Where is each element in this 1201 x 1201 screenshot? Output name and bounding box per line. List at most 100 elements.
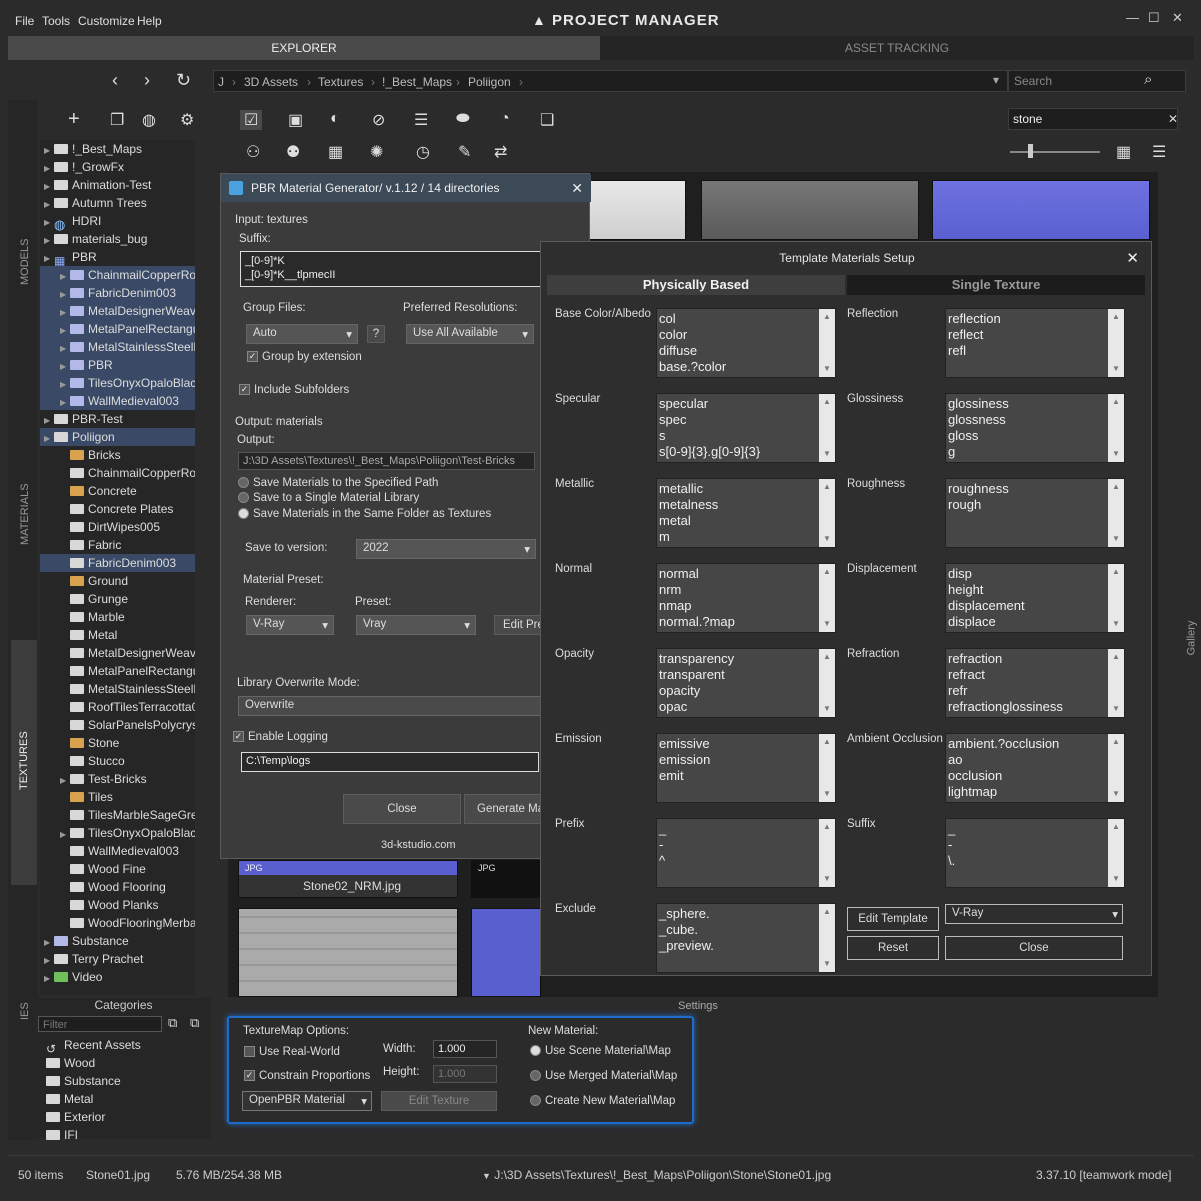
scrollbar[interactable] — [819, 394, 835, 462]
tab-ies[interactable]: IES — [19, 1002, 31, 1020]
tree-item[interactable]: ▶!_GrowFx — [40, 158, 195, 176]
badge-icon[interactable]: ▣ — [288, 110, 303, 130]
footer-link[interactable]: 3d-kstudio.com — [381, 839, 456, 851]
collapse-icon[interactable]: ⧉ — [168, 1015, 177, 1031]
breadcrumb[interactable]: J › 3D Assets › Textures › !_Best_Maps ›… — [213, 70, 1008, 92]
tree-item[interactable]: MetalPanelRectangu — [40, 662, 195, 680]
refresh-icon[interactable]: ↻ — [176, 70, 191, 91]
tree-item[interactable]: MetalDesignerWeave — [40, 644, 195, 662]
tms-field-list[interactable]: _sphere._cube._preview. — [656, 903, 836, 973]
scrollbar[interactable] — [1108, 394, 1124, 462]
thumbnail[interactable] — [238, 908, 458, 997]
tree-item[interactable]: ▶WallMedieval003 — [40, 392, 195, 410]
breadcrumb-item[interactable]: Poliigon — [468, 75, 511, 89]
tree-item[interactable]: ▶◍HDRI — [40, 212, 195, 230]
breadcrumb-item[interactable]: 3D Assets — [244, 75, 298, 89]
tree-item[interactable]: MetalStainlessSteelB — [40, 680, 195, 698]
breadcrumb-dropdown-icon[interactable]: ▾ — [993, 73, 999, 87]
tms-field-list[interactable]: refractionrefractrefrrefractionglossines… — [945, 648, 1125, 718]
tree-item[interactable]: ▶TilesOnyxOpaloBlack — [40, 824, 195, 842]
window-icon[interactable]: ❏ — [540, 110, 554, 130]
close-icon[interactable]: ✕ — [1126, 249, 1139, 267]
tree-item[interactable]: ▶MetalPanelRectangu — [40, 320, 195, 338]
tree-item[interactable]: Wood Fine — [40, 860, 195, 878]
tms-field-list[interactable]: reflectionreflectrefl — [945, 308, 1125, 378]
tree-item[interactable]: ▶▦PBR — [40, 248, 195, 266]
tms-field-list[interactable]: emissiveemissionemit — [656, 733, 836, 803]
tree-item[interactable]: ▶MetalStainlessSteelB — [40, 338, 195, 356]
tree-item[interactable]: ▶Substance — [40, 932, 195, 950]
breadcrumb-item[interactable]: Textures — [318, 75, 363, 89]
template-renderer-select[interactable]: V-Ray▾ — [945, 904, 1123, 924]
search-icon[interactable]: ⌕ — [1144, 71, 1152, 88]
tms-field-list[interactable]: _-\. — [945, 818, 1125, 888]
zoom-slider[interactable] — [1010, 151, 1100, 153]
gallery-side-tab[interactable]: Gallery — [1185, 621, 1197, 656]
tree-item[interactable]: WoodFlooringMerbau — [40, 914, 195, 932]
tree-item[interactable]: Ground — [40, 572, 195, 590]
tree-item[interactable]: Wood Flooring — [40, 878, 195, 896]
help-button[interactable]: ? — [367, 325, 385, 343]
clear-filter-icon[interactable]: ✕ — [1168, 112, 1178, 126]
gauge-icon[interactable]: ◷ — [416, 142, 430, 162]
multi-material-icon[interactable]: ⚉ — [286, 142, 300, 162]
tree-item[interactable]: ▶Video — [40, 968, 195, 986]
tms-field-list[interactable]: _-^ — [656, 818, 836, 888]
hide-icon[interactable]: ⊘ — [372, 110, 385, 130]
group-files-select[interactable]: Auto▾ — [246, 324, 358, 344]
tree-item[interactable]: RoofTilesTerracotta0 — [40, 698, 195, 716]
category-item[interactable]: Wood — [46, 1054, 206, 1072]
category-filter-input[interactable]: Filter — [38, 1016, 162, 1032]
search-input[interactable]: Search — [1008, 70, 1186, 92]
tree-item[interactable]: FabricDenim003 — [40, 554, 195, 572]
save-opt2-radio[interactable]: Save to a Single Material Library — [238, 492, 419, 504]
menu-help[interactable]: Help — [137, 14, 162, 28]
breadcrumb-item[interactable]: J — [218, 75, 224, 89]
scrollbar[interactable] — [1108, 564, 1124, 632]
tms-field-list[interactable]: ambient.?occlusionaoocclusionlightmap — [945, 733, 1125, 803]
menu-tools[interactable]: Tools — [42, 14, 70, 28]
tms-field-list[interactable]: glossinessglossnessglossg — [945, 393, 1125, 463]
tab-explorer[interactable]: EXPLORER — [8, 36, 600, 60]
tree-item[interactable]: Stone — [40, 734, 195, 752]
zoom-slider-handle[interactable] — [1028, 144, 1033, 158]
category-item[interactable]: IFI — [46, 1126, 206, 1144]
sphere-icon[interactable]: ◐ — [330, 110, 340, 128]
tree-item[interactable]: Marble — [40, 608, 195, 626]
pie-icon[interactable]: ◔ — [500, 110, 510, 128]
group-ext-checkbox[interactable]: ✓Group by extension — [247, 351, 362, 363]
scrollbar[interactable] — [1108, 819, 1124, 887]
minimize-icon[interactable]: — — [1126, 10, 1139, 25]
tree-item[interactable]: ▶TilesOnyxOpaloBlack — [40, 374, 195, 392]
save-opt1-radio[interactable]: Save Materials to the Specified Path — [238, 477, 438, 489]
tms-close-button[interactable]: Close — [945, 936, 1123, 960]
tree-item[interactable]: ▶FabricDenim003 — [40, 284, 195, 302]
tree-item[interactable]: TilesMarbleSageGree — [40, 806, 195, 824]
filter-input[interactable]: stone — [1008, 108, 1178, 130]
maximize-icon[interactable]: ☐ — [1148, 10, 1160, 26]
tab-asset-tracking[interactable]: ASSET TRACKING — [600, 36, 1194, 60]
tree-item[interactable]: Fabric — [40, 536, 195, 554]
tree-item[interactable]: ▶PBR — [40, 356, 195, 374]
close-button[interactable]: Close — [343, 794, 461, 824]
tms-field-list[interactable]: transparencytransparentopacityopac — [656, 648, 836, 718]
scrollbar[interactable] — [819, 309, 835, 377]
select-icon[interactable]: ☑ — [240, 110, 262, 130]
library-mode-select[interactable]: Overwrite — [238, 696, 548, 716]
tab-materials[interactable]: MATERIALS — [19, 483, 31, 545]
thumbnail[interactable] — [701, 180, 919, 240]
tms-field-list[interactable]: specularspecss[0-9]{3}.g[0-9]{3} — [656, 393, 836, 463]
render-icon[interactable]: ✺ — [370, 142, 383, 162]
tree-item[interactable]: Bricks — [40, 446, 195, 464]
save-version-select[interactable]: 2022▾ — [356, 539, 536, 559]
category-item[interactable]: Metal — [46, 1090, 206, 1108]
tree-item[interactable]: Metal — [40, 626, 195, 644]
preset-select[interactable]: Vray▾ — [356, 615, 476, 635]
tree-item[interactable]: Concrete — [40, 482, 195, 500]
grid-view-icon[interactable]: ▦ — [1116, 142, 1131, 162]
category-item[interactable]: Substance — [46, 1072, 206, 1090]
category-item[interactable]: Exterior — [46, 1108, 206, 1126]
scrollbar[interactable] — [1108, 479, 1124, 547]
reset-button[interactable]: Reset — [847, 936, 939, 960]
tab-physically-based[interactable]: Physically Based — [547, 275, 845, 295]
